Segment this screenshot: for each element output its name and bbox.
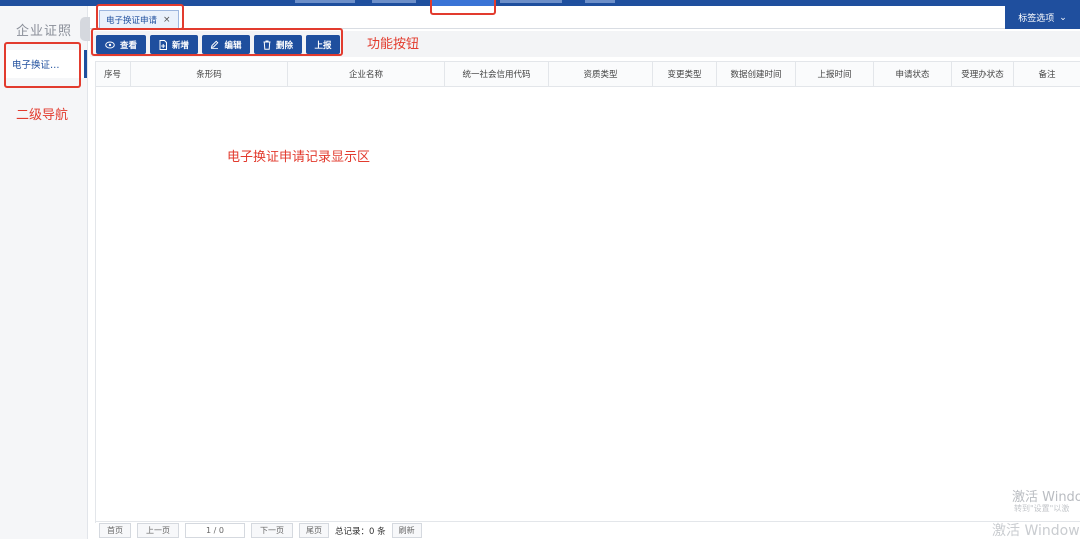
refresh-button[interactable]: 刷新 [391, 523, 422, 538]
total-records: 总记录：0 条 [335, 525, 386, 537]
column-header[interactable]: 申请状态 [874, 62, 952, 86]
column-header[interactable]: 受理办状态 [952, 62, 1014, 86]
total-records-unit: 条 [377, 526, 386, 537]
top-nav-item[interactable] [585, 0, 615, 3]
column-header[interactable]: 统一社会信用代码 [445, 62, 549, 86]
top-nav-item[interactable] [295, 0, 355, 3]
column-header[interactable]: 条形码 [131, 62, 288, 86]
column-header[interactable]: 备注 [1014, 62, 1080, 86]
prev-page-button[interactable]: 上一页 [137, 523, 179, 538]
top-nav-item[interactable] [500, 0, 562, 3]
annotation-box-sidebar [4, 42, 81, 88]
total-records-count: 0 [369, 526, 375, 537]
annotation-box-tab [96, 4, 184, 30]
sidebar-title: 企业证照 [16, 24, 73, 39]
last-page-button[interactable]: 尾页 [299, 523, 329, 538]
watermark-line2: 转到"设置"以激 [1014, 504, 1070, 513]
total-records-label: 总记录： [335, 526, 370, 537]
tab-bar: 电子换证申请 × [90, 6, 1005, 29]
annotation-box-toolbar [91, 28, 343, 56]
watermark-line3: 激活 Windows [992, 523, 1080, 539]
annotation-function-buttons: 功能按钮 [367, 37, 420, 52]
annotation-secondary-nav: 二级导航 [16, 108, 69, 123]
column-header[interactable]: 企业名称 [288, 62, 445, 86]
sidebar-collapse-handle[interactable] [80, 17, 90, 41]
column-header[interactable]: 变更类型 [653, 62, 717, 86]
annotation-record-area: 电子换证申请记录显示区 [227, 150, 371, 165]
next-page-button[interactable]: 下一页 [251, 523, 293, 538]
table-left-border [95, 61, 96, 523]
column-header[interactable]: 上报时间 [796, 62, 874, 86]
first-page-button[interactable]: 首页 [99, 523, 131, 538]
column-header[interactable]: 序号 [95, 62, 131, 86]
sidebar-active-indicator [84, 50, 87, 78]
table-header: 序号 条形码 企业名称 统一社会信用代码 资质类型 变更类型 数据创建时间 上报… [95, 61, 1080, 87]
column-header[interactable]: 数据创建时间 [717, 62, 796, 86]
column-header[interactable]: 资质类型 [549, 62, 653, 86]
annotation-box-top-nav [430, 0, 496, 15]
top-nav-item[interactable] [372, 0, 416, 3]
main-content: 电子换证申请 × 查看 新增 编辑 删除 上报 序号 条形码 企业名称 统一社会… [90, 6, 1080, 539]
pagination-bar: 首页 上一页 1 / 0 下一页 尾页 总记录：0 条 刷新 [95, 521, 1080, 539]
page-number-input[interactable]: 1 / 0 [185, 523, 245, 538]
